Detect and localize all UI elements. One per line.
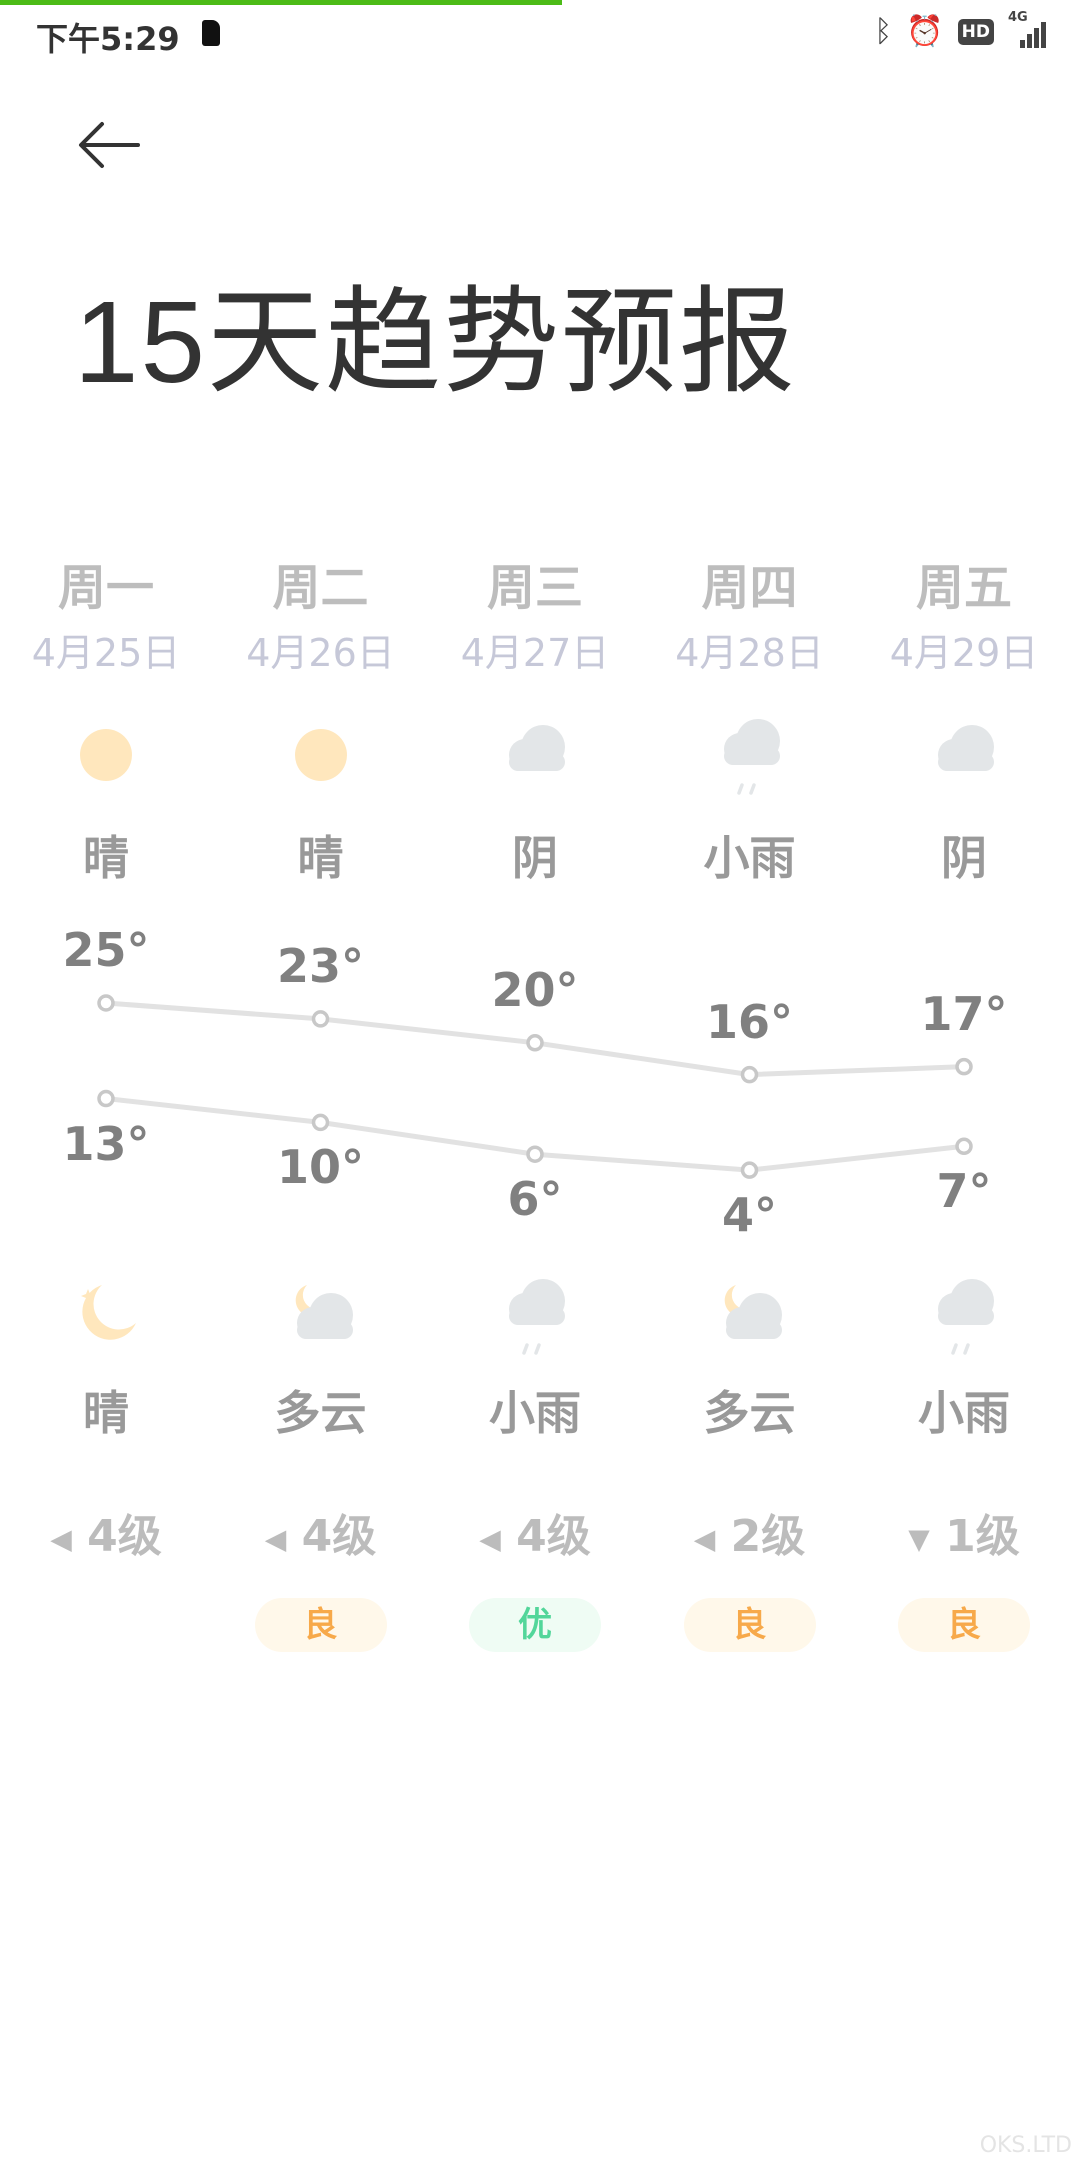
low-temp-point bbox=[311, 1113, 330, 1132]
moon-cloud-icon bbox=[295, 1285, 353, 1339]
rain-icon bbox=[938, 1279, 994, 1355]
wind-level: ◀ 4级 bbox=[50, 1511, 162, 1562]
low-temp-point bbox=[740, 1161, 759, 1179]
wind-direction-icon: ◀ bbox=[264, 1522, 287, 1556]
low-temp: 4° bbox=[721, 1188, 777, 1243]
day-of-week: 周三 bbox=[486, 560, 583, 616]
night-condition: 晴 bbox=[83, 1386, 129, 1440]
wind-direction-icon: ◀ bbox=[479, 1522, 501, 1556]
sun-icon bbox=[80, 729, 132, 781]
day-condition: 阴 bbox=[512, 831, 558, 885]
rain-icon bbox=[723, 719, 780, 795]
day-of-week: 周四 bbox=[701, 560, 798, 616]
high-temp: 23° bbox=[276, 938, 364, 993]
high-temp: 25° bbox=[62, 923, 150, 977]
night-condition: 多云 bbox=[703, 1386, 796, 1440]
night-condition: 多云 bbox=[274, 1386, 367, 1440]
day-condition: 晴 bbox=[297, 831, 344, 885]
high-temp-point bbox=[311, 1010, 330, 1028]
date: 4月29日 bbox=[889, 631, 1039, 675]
high-temp-point bbox=[955, 1057, 973, 1076]
wind-direction-icon: ▼ bbox=[908, 1522, 930, 1556]
wind-direction-icon: ◀ bbox=[693, 1522, 716, 1556]
low-temp: 10° bbox=[276, 1140, 364, 1195]
moon-icon bbox=[81, 1285, 136, 1340]
high-temp-point bbox=[97, 994, 115, 1012]
high-temp: 16° bbox=[705, 994, 793, 1049]
date: 4月27日 bbox=[460, 631, 610, 675]
aqi-badge: 良 bbox=[254, 1598, 387, 1652]
high-temp-point bbox=[526, 1034, 544, 1052]
wind-level: ◀ 2级 bbox=[693, 1511, 806, 1562]
sun-icon bbox=[294, 729, 347, 781]
low-temp-point bbox=[97, 1089, 115, 1108]
high-temp-point bbox=[740, 1065, 759, 1084]
cloud-icon bbox=[509, 725, 565, 771]
high-temp: 20° bbox=[491, 962, 579, 1017]
day-of-week: 周二 bbox=[272, 560, 369, 616]
low-temp: 6° bbox=[507, 1172, 563, 1227]
moon-cloud-icon bbox=[724, 1285, 782, 1339]
date: 4月25日 bbox=[31, 631, 181, 675]
wind-level: ▼ 1级 bbox=[908, 1511, 1020, 1562]
wind-level: ◀ 4级 bbox=[264, 1511, 377, 1562]
aqi-badge: 优 bbox=[469, 1598, 601, 1652]
night-condition: 小雨 bbox=[489, 1386, 581, 1440]
day-of-week: 周五 bbox=[915, 560, 1012, 616]
day-of-week: 周一 bbox=[57, 560, 154, 616]
low-temp: 13° bbox=[62, 1116, 150, 1171]
night-condition: 小雨 bbox=[918, 1386, 1010, 1440]
low-temp-point bbox=[955, 1137, 973, 1156]
low-temp-point bbox=[526, 1145, 544, 1163]
wind-level: ◀ 4级 bbox=[479, 1511, 591, 1562]
high-temp: 17° bbox=[920, 986, 1008, 1041]
watermark: OKS.LTD bbox=[979, 2133, 1072, 2158]
wind-direction-icon: ◀ bbox=[50, 1522, 72, 1556]
cloud-icon bbox=[938, 725, 994, 771]
date: 4月26日 bbox=[246, 631, 395, 675]
aqi-badge: 良 bbox=[898, 1598, 1030, 1652]
low-temp: 7° bbox=[936, 1164, 992, 1219]
day-condition: 晴 bbox=[83, 831, 129, 885]
day-condition: 小雨 bbox=[703, 831, 796, 885]
aqi-badge: 良 bbox=[683, 1598, 816, 1652]
rain-icon bbox=[509, 1279, 565, 1355]
date: 4月28日 bbox=[675, 631, 824, 675]
day-condition: 阴 bbox=[941, 831, 987, 885]
